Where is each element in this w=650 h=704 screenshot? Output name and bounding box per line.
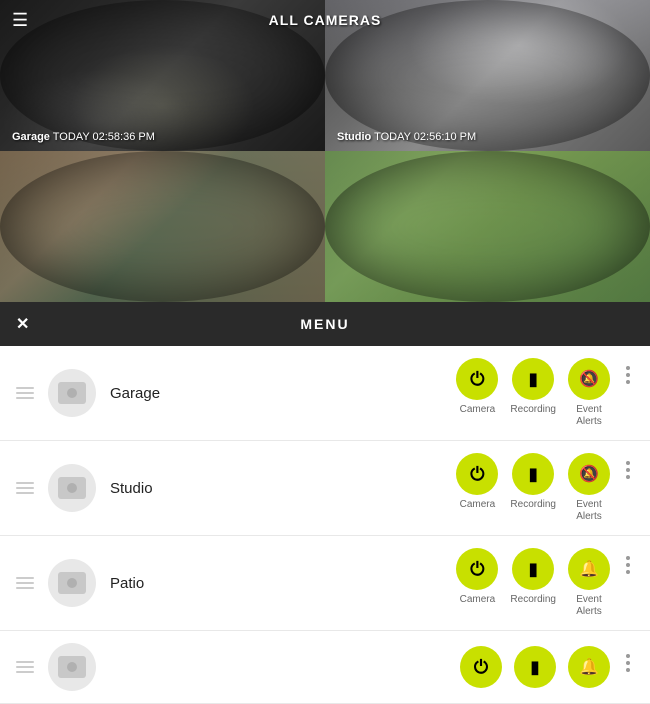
event-alerts-icon-partial: 🔔 — [568, 646, 610, 688]
header-title: ALL CAMERAS — [269, 12, 382, 28]
recording-icon-partial: ▮ — [514, 646, 556, 688]
camera-action-camera-patio[interactable]: ⏻ Camera — [456, 548, 498, 606]
camera-action-alerts-studio[interactable]: 🔕 EventAlerts — [568, 453, 610, 523]
camera-action-label-recording: Recording — [510, 404, 556, 416]
camera-action-camera-partial[interactable]: ⏻ — [460, 646, 502, 688]
recording-icon-patio: ▮ — [512, 548, 554, 590]
camera-list-item-studio: Studio ⏻ Camera ▮ Recording 🔕 EventAlert… — [0, 441, 650, 536]
drag-handle-patio[interactable] — [16, 577, 34, 589]
camera-action-alerts-garage[interactable]: 🔕 EventAlerts — [568, 358, 610, 428]
camera-name-studio: Studio — [110, 480, 456, 497]
camera-action-label-camera-studio: Camera — [460, 499, 496, 511]
camera-action-recording-studio[interactable]: ▮ Recording — [510, 453, 556, 511]
camera-actions-garage: ⏻ Camera ▮ Recording 🔕 EventAlerts — [456, 358, 634, 428]
camera-cell-patio[interactable] — [0, 151, 325, 302]
camera-list-item-partial: ⏻ ▮ 🔔 — [0, 631, 650, 704]
camera-cell-backyard[interactable] — [325, 151, 650, 302]
camera-action-label-alerts-patio: EventAlerts — [576, 594, 602, 618]
camera-action-label-camera-patio: Camera — [460, 594, 496, 606]
camera-thumbnail-patio — [48, 559, 96, 607]
more-button-patio[interactable] — [622, 548, 634, 582]
camera-list-item-patio: Patio ⏻ Camera ▮ Recording 🔔 EventAlerts — [0, 536, 650, 631]
camera-action-camera-garage[interactable]: ⏻ Camera — [456, 358, 498, 416]
menu-bar: ✕ MENU — [0, 302, 650, 346]
camera-action-alerts-partial[interactable]: 🔔 — [568, 646, 610, 688]
camera-action-label-alerts-studio: EventAlerts — [576, 499, 602, 523]
header-bar: ☰ ALL CAMERAS — [0, 0, 650, 40]
camera-thumbnail-garage — [48, 369, 96, 417]
event-alerts-icon-muted: 🔕 — [568, 358, 610, 400]
menu-title: MENU — [300, 316, 349, 332]
camera-power-icon: ⏻ — [456, 358, 498, 400]
camera-action-recording-garage[interactable]: ▮ Recording — [510, 358, 556, 416]
camera-power-icon-studio: ⏻ — [456, 453, 498, 495]
camera-list: Garage ⏻ Camera ▮ Recording 🔕 EventAlert… — [0, 346, 650, 704]
camera-action-label-recording-studio: Recording — [510, 499, 556, 511]
camera-actions-partial: ⏻ ▮ 🔔 — [460, 646, 634, 688]
camera-label-studio: Studio TODAY 02:56:10 PM — [337, 131, 476, 143]
event-alerts-icon-studio: 🔕 — [568, 453, 610, 495]
camera-name-garage: Garage — [110, 385, 456, 402]
camera-action-label-alerts: EventAlerts — [576, 404, 602, 428]
drag-handle-partial[interactable] — [16, 661, 34, 673]
camera-action-recording-partial[interactable]: ▮ — [514, 646, 556, 688]
camera-name-patio: Patio — [110, 575, 456, 592]
drag-handle-garage[interactable] — [16, 387, 34, 399]
camera-power-icon-patio: ⏻ — [456, 548, 498, 590]
drag-handle-studio[interactable] — [16, 482, 34, 494]
camera-label-garage: Garage TODAY 02:58:36 PM — [12, 131, 155, 143]
camera-actions-studio: ⏻ Camera ▮ Recording 🔕 EventAlerts — [456, 453, 634, 523]
camera-action-label-camera: Camera — [460, 404, 496, 416]
recording-icon: ▮ — [512, 358, 554, 400]
camera-action-alerts-patio[interactable]: 🔔 EventAlerts — [568, 548, 610, 618]
more-button-partial[interactable] — [622, 646, 634, 680]
recording-icon-studio: ▮ — [512, 453, 554, 495]
more-button-garage[interactable] — [622, 358, 634, 392]
camera-power-icon-partial: ⏻ — [460, 646, 502, 688]
camera-action-recording-patio[interactable]: ▮ Recording — [510, 548, 556, 606]
camera-thumbnail-studio — [48, 464, 96, 512]
camera-action-label-recording-patio: Recording — [510, 594, 556, 606]
camera-actions-patio: ⏻ Camera ▮ Recording 🔔 EventAlerts — [456, 548, 634, 618]
camera-action-camera-studio[interactable]: ⏻ Camera — [456, 453, 498, 511]
hamburger-icon[interactable]: ☰ — [12, 10, 28, 31]
more-button-studio[interactable] — [622, 453, 634, 487]
camera-list-item-garage: Garage ⏻ Camera ▮ Recording 🔕 EventAlert… — [0, 346, 650, 441]
event-alerts-icon-patio: 🔔 — [568, 548, 610, 590]
menu-close-button[interactable]: ✕ — [16, 314, 29, 334]
camera-thumbnail-partial — [48, 643, 96, 691]
camera-grid: ☰ ALL CAMERAS Garage TODAY 02:58:36 PM S… — [0, 0, 650, 302]
